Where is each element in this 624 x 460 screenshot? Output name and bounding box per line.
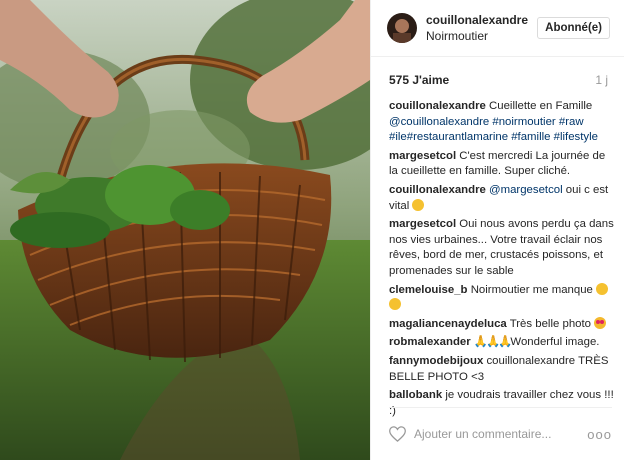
post-header: couillonalexandre Noirmoutier Abonné(e): [371, 0, 624, 57]
post-location[interactable]: Noirmoutier: [426, 28, 537, 44]
comment-username[interactable]: couillonalexandre: [389, 100, 486, 112]
hashtag-link[interactable]: #noirmoutier: [492, 116, 555, 128]
post-view: couillonalexandre Noirmoutier Abonné(e) …: [0, 0, 624, 460]
hashtag-link[interactable]: #lifestyle: [554, 131, 598, 143]
comment-item: fannymodebijoux couillonalexandre TRÈS B…: [389, 354, 614, 385]
time-ago: 1 j: [595, 73, 608, 87]
avatar[interactable]: [387, 13, 417, 43]
hashtag-link[interactable]: #ile: [389, 131, 407, 143]
comment-item: robmalexander 🙏🙏🙏Wonderful image.: [389, 335, 614, 351]
hashtag-link[interactable]: #famille: [511, 131, 550, 143]
comment-list: couillonalexandre Cueillette en Famille …: [371, 91, 624, 419]
comment-item: margesetcol C'est mercredi La journée de…: [389, 149, 614, 180]
basket-photo-illustration: [0, 0, 370, 460]
comment-username[interactable]: fannymodebijoux: [389, 355, 483, 367]
add-comment-input[interactable]: Ajouter un commentaire...: [414, 427, 587, 441]
comment-username[interactable]: robmalexander: [389, 336, 471, 348]
comment-item: magaliancenaydeluca Très belle photo: [389, 316, 614, 333]
heart-outline-icon[interactable]: [389, 426, 406, 442]
comment-username[interactable]: couillonalexandre: [389, 184, 486, 196]
post-stats: 575 J'aime 1 j: [371, 57, 624, 91]
comment-username[interactable]: margesetcol: [389, 218, 456, 230]
comment-username[interactable]: magaliancenaydeluca: [389, 318, 507, 330]
comment-footer: Ajouter un commentaire... ooo: [389, 407, 612, 460]
smile-emoji-icon: [412, 198, 425, 211]
smile-emoji-icon: [596, 282, 609, 295]
comments-panel: couillonalexandre Noirmoutier Abonné(e) …: [370, 0, 624, 460]
comment-username[interactable]: margesetcol: [389, 150, 456, 162]
comment-item: margesetcol Oui nous avons perdu ça dans…: [389, 217, 614, 279]
comment-item: clemelouise_b Noirmoutier me manque: [389, 282, 614, 314]
hashtag-link[interactable]: #restaurantlamarine: [407, 131, 508, 143]
comment-text: Très belle photo: [509, 317, 595, 330]
comment-username[interactable]: ballobank: [389, 389, 442, 401]
avatar-image: [387, 13, 417, 43]
hashtag-link[interactable]: @margesetcol: [489, 184, 563, 196]
post-photo[interactable]: [0, 0, 370, 460]
follow-button[interactable]: Abonné(e): [537, 17, 610, 39]
more-options-icon[interactable]: ooo: [587, 427, 612, 442]
hashtag-link[interactable]: @couillonalexandre: [389, 116, 489, 128]
likes-count[interactable]: 575 J'aime: [389, 73, 449, 87]
post-username[interactable]: couillonalexandre: [426, 12, 537, 28]
comment-text: Noirmoutier me manque: [470, 283, 597, 296]
comment-item: couillonalexandre @margesetcol oui c est…: [389, 183, 614, 214]
comment-username[interactable]: clemelouise_b: [389, 284, 468, 296]
comment-item: couillonalexandre Cueillette en Famille …: [389, 99, 614, 146]
sad-emoji-icon: [389, 298, 401, 311]
hashtag-link[interactable]: #raw: [559, 116, 584, 128]
heart-eyes-emoji-icon: [594, 316, 607, 329]
comment-text: Wonderful image.: [510, 336, 600, 349]
comment-text: Cueillette en Famille: [489, 100, 593, 112]
pray-emoji-icon: 🙏🙏🙏: [473, 336, 513, 349]
